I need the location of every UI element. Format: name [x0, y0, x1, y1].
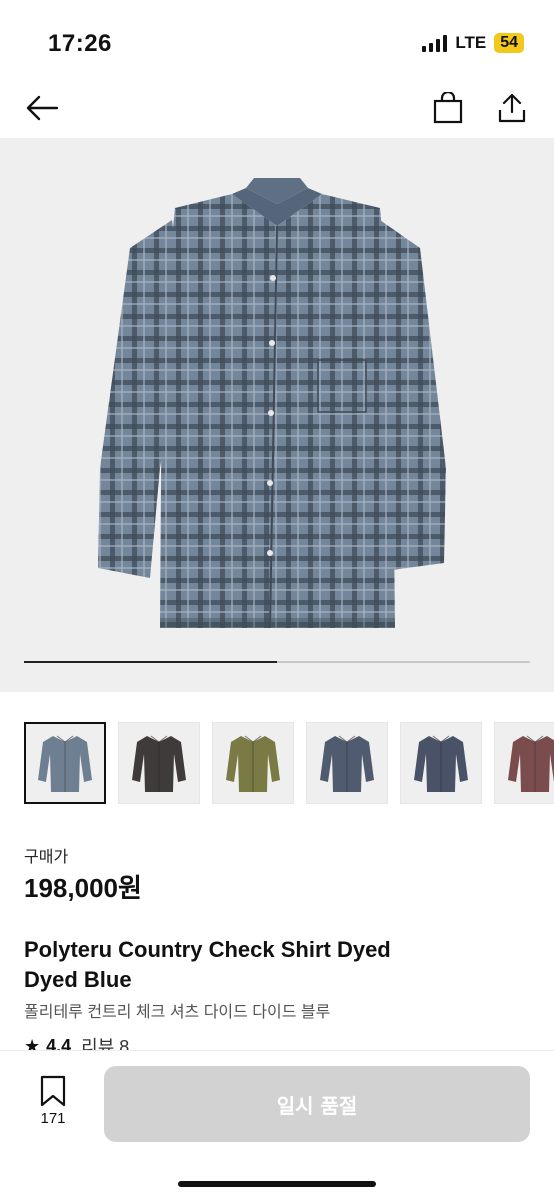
product-price: 198,000원 — [24, 873, 142, 903]
product-image-shirt — [98, 178, 446, 629]
status-bar: 17:26 LTE 54 — [0, 0, 554, 80]
color-thumbnail[interactable] — [494, 722, 554, 804]
share-icon — [498, 93, 526, 123]
shirt-thumbnail-icon — [132, 735, 186, 792]
color-thumbnails — [24, 722, 554, 806]
shirt-thumbnail-icon — [38, 735, 92, 792]
shopping-bag-icon — [433, 92, 463, 124]
shirt-thumbnail-icon — [226, 735, 280, 792]
arrow-left-icon — [26, 95, 59, 121]
color-thumbnail[interactable] — [24, 722, 106, 804]
network-label: LTE — [455, 33, 487, 52]
color-thumbnail[interactable] — [400, 722, 482, 804]
status-indicators: LTE 54 — [422, 33, 524, 53]
bookmark-icon — [40, 1075, 66, 1107]
product-title-line1: Polyteru Country Check Shirt Dyed — [24, 937, 391, 962]
wishlist-button[interactable]: 171 — [24, 1075, 82, 1135]
price-label: 구매가 — [24, 849, 69, 866]
status-time: 17:26 — [48, 30, 112, 57]
bottom-action-bar: 171 일시 품절 — [0, 1050, 554, 1200]
color-thumbnail[interactable] — [118, 722, 200, 804]
share-button[interactable] — [490, 86, 534, 130]
back-button[interactable] — [20, 86, 64, 130]
buy-button[interactable]: 일시 품절 — [104, 1066, 530, 1142]
wishlist-count: 171 — [40, 1110, 66, 1127]
product-title-line2: Dyed Blue — [24, 967, 132, 992]
shirt-thumbnail-icon — [508, 735, 554, 792]
battery-indicator: 54 — [494, 33, 524, 53]
shirt-thumbnail-icon — [414, 735, 468, 792]
gallery-progress-fill — [24, 661, 277, 663]
gallery-progress-track — [24, 661, 530, 663]
cart-button[interactable] — [426, 86, 470, 130]
home-indicator — [178, 1181, 376, 1187]
color-thumbnail[interactable] — [212, 722, 294, 804]
color-thumbnail[interactable] — [306, 722, 388, 804]
signal-icon — [422, 34, 448, 52]
product-image-gallery[interactable] — [0, 138, 554, 692]
shirt-thumbnail-icon — [320, 735, 374, 792]
product-title-korean: 폴리테루 컨트리 체크 셔츠 다이드 다이드 블루 — [24, 1004, 331, 1021]
product-title: Polyteru Country Check Shirt Dyed Dyed B… — [24, 935, 524, 995]
nav-bar — [0, 80, 554, 138]
